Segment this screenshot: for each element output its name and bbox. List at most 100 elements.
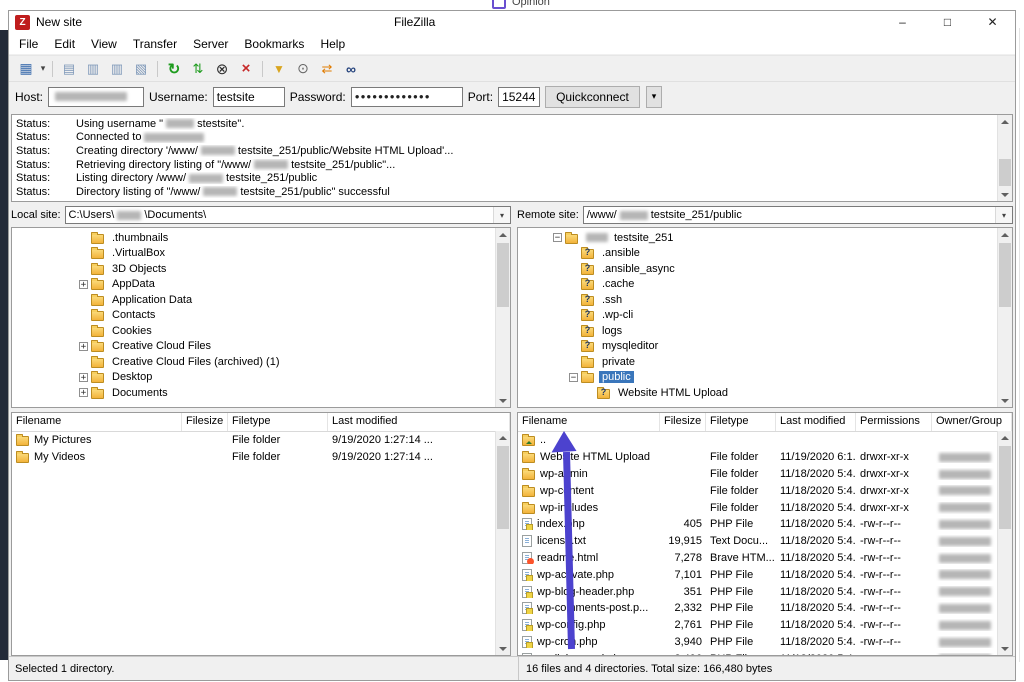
menu-server[interactable]: Server (185, 34, 236, 54)
scroll-track[interactable] (496, 444, 510, 642)
tree-item[interactable]: .thumbnails (12, 230, 510, 246)
quickconnect-dropdown-button[interactable]: ▾ (646, 86, 663, 108)
index.php[interactable]: index.php 405 PHP File 11/18/2020 5:4...… (518, 516, 1012, 533)
scroll-down-icon[interactable] (496, 642, 510, 655)
remote-tree-scrollbar[interactable] (997, 228, 1012, 407)
tree-item[interactable]: logs (518, 323, 1012, 339)
expander-icon[interactable]: + (79, 342, 88, 351)
menu-help[interactable]: Help (312, 34, 353, 54)
maximize-button[interactable]: □ (925, 11, 970, 33)
scroll-thumb[interactable] (999, 446, 1011, 529)
tree-item[interactable]: + Documents (12, 385, 510, 401)
toggle-local-tree-icon[interactable]: ▥ (81, 58, 105, 80)
local-tree-scrollbar[interactable] (495, 228, 510, 407)
remote-list-scrollbar[interactable] (997, 431, 1012, 655)
menu-view[interactable]: View (83, 34, 125, 54)
site-manager-caret-icon[interactable]: ▾ (38, 58, 48, 80)
scroll-thumb[interactable] (999, 159, 1011, 186)
tree-item[interactable]: mysqleditor (518, 339, 1012, 355)
menu-transfer[interactable]: Transfer (125, 34, 185, 54)
tree-item[interactable]: .ansible (518, 246, 1012, 262)
toggle-queue-icon[interactable]: ▧ (129, 58, 153, 80)
scroll-up-icon[interactable] (998, 431, 1012, 444)
scroll-thumb[interactable] (999, 243, 1011, 307)
quickconnect-button[interactable]: Quickconnect (545, 86, 640, 108)
tree-item[interactable]: Website HTML Upload (518, 385, 1012, 401)
tree-item[interactable]: − testsite_251 (518, 230, 1012, 246)
column-header[interactable]: Filesize (182, 413, 228, 431)
refresh-icon[interactable]: ↻ (162, 58, 186, 80)
toggle-log-icon[interactable]: ▤ (57, 58, 81, 80)
scroll-track[interactable] (998, 241, 1012, 394)
port-input[interactable]: 15244 (498, 87, 540, 107)
wp-content[interactable]: wp-content File folder 11/18/2020 5:4...… (518, 482, 1012, 499)
tree-item[interactable]: private (518, 354, 1012, 370)
expander-icon[interactable]: + (79, 373, 88, 382)
tree-item[interactable]: Contacts (12, 308, 510, 324)
scroll-up-icon[interactable] (496, 431, 510, 444)
close-button[interactable]: ✕ (970, 11, 1015, 33)
tree-item[interactable]: Cookies (12, 323, 510, 339)
tree-item[interactable]: + Creative Cloud Files (12, 339, 510, 355)
tree-item[interactable]: .VirtualBox (12, 246, 510, 262)
scroll-up-icon[interactable] (998, 115, 1012, 128)
expander-icon[interactable]: + (79, 388, 88, 397)
local-list-scrollbar[interactable] (495, 431, 510, 655)
tree-item[interactable]: − public (518, 370, 1012, 386)
cancel-icon[interactable]: ⊗ (210, 58, 234, 80)
menu-file[interactable]: File (11, 34, 46, 54)
tree-item[interactable]: + AppData (12, 277, 510, 293)
license.txt[interactable]: license.txt 19,915 Text Docu... 11/18/20… (518, 533, 1012, 550)
menu-bookmarks[interactable]: Bookmarks (236, 34, 312, 54)
wp-config.php[interactable]: wp-config.php 2,761 PHP File 11/18/2020 … (518, 617, 1012, 634)
wp-includes[interactable]: wp-includes File folder 11/18/2020 5:4..… (518, 499, 1012, 516)
Website HTML Upload[interactable]: Website HTML Upload File folder 11/19/20… (518, 449, 1012, 466)
expander-icon[interactable]: − (553, 233, 562, 242)
readme.html[interactable]: readme.html 7,278 Brave HTM... 11/18/202… (518, 550, 1012, 567)
column-header[interactable]: Permissions (856, 413, 932, 431)
scroll-thumb[interactable] (497, 446, 509, 529)
expander-icon[interactable]: − (569, 373, 578, 382)
column-header[interactable]: Filetype (228, 413, 328, 431)
chevron-down-icon[interactable]: ▾ (493, 207, 510, 223)
tree-item[interactable]: .ssh (518, 292, 1012, 308)
tree-item[interactable]: Creative Cloud Files (archived) (1) (12, 354, 510, 370)
expander-icon[interactable]: + (79, 280, 88, 289)
column-header[interactable]: Filename (518, 413, 660, 431)
process-queue-icon[interactable]: ⇅ (186, 58, 210, 80)
scroll-track[interactable] (998, 444, 1012, 642)
scroll-up-icon[interactable] (496, 228, 510, 241)
scroll-up-icon[interactable] (998, 228, 1012, 241)
tree-item[interactable]: .ansible_async (518, 261, 1012, 277)
wp-links-opml.php[interactable]: wp-links-opml.php 2,496 PHP File 11/18/2… (518, 650, 1012, 655)
scroll-track[interactable] (998, 128, 1012, 188)
column-header[interactable]: Filetype (706, 413, 776, 431)
tree-item[interactable]: 3D Objects (12, 261, 510, 277)
sync-browsing-icon[interactable]: ⇄ (315, 58, 339, 80)
scroll-down-icon[interactable] (998, 394, 1012, 407)
scroll-down-icon[interactable] (998, 642, 1012, 655)
column-header[interactable]: Filesize (660, 413, 706, 431)
scroll-thumb[interactable] (497, 243, 509, 307)
wp-admin[interactable]: wp-admin File folder 11/18/2020 5:4... d… (518, 466, 1012, 483)
minimize-button[interactable]: – (880, 11, 925, 33)
column-header[interactable]: Last modified (328, 413, 510, 431)
tree-item[interactable]: .cache (518, 277, 1012, 293)
disconnect-icon[interactable]: × (234, 58, 258, 80)
tree-item[interactable]: .wp-cli (518, 308, 1012, 324)
My Pictures[interactable]: My Pictures File folder 9/19/2020 1:27:1… (12, 432, 510, 449)
filter-icon[interactable]: ▼ (267, 58, 291, 80)
wp-blog-header.php[interactable]: wp-blog-header.php 351 PHP File 11/18/20… (518, 583, 1012, 600)
scroll-down-icon[interactable] (998, 188, 1012, 201)
tree-item[interactable]: + Desktop (12, 370, 510, 386)
wp-comments-post.p...[interactable]: wp-comments-post.p... 2,332 PHP File 11/… (518, 600, 1012, 617)
toggle-remote-tree-icon[interactable]: ▥ (105, 58, 129, 80)
My Videos[interactable]: My Videos File folder 9/19/2020 1:27:14 … (12, 449, 510, 466)
column-header[interactable]: Filename (12, 413, 182, 431)
find-files-icon[interactable]: ∞ (339, 58, 363, 80)
local-site-combobox[interactable]: C:\Users\\Documents\ ▾ (65, 206, 511, 224)
scroll-track[interactable] (496, 241, 510, 394)
chevron-down-icon[interactable]: ▾ (995, 207, 1012, 223)
tree-item[interactable]: Application Data (12, 292, 510, 308)
column-header[interactable]: Last modified (776, 413, 856, 431)
